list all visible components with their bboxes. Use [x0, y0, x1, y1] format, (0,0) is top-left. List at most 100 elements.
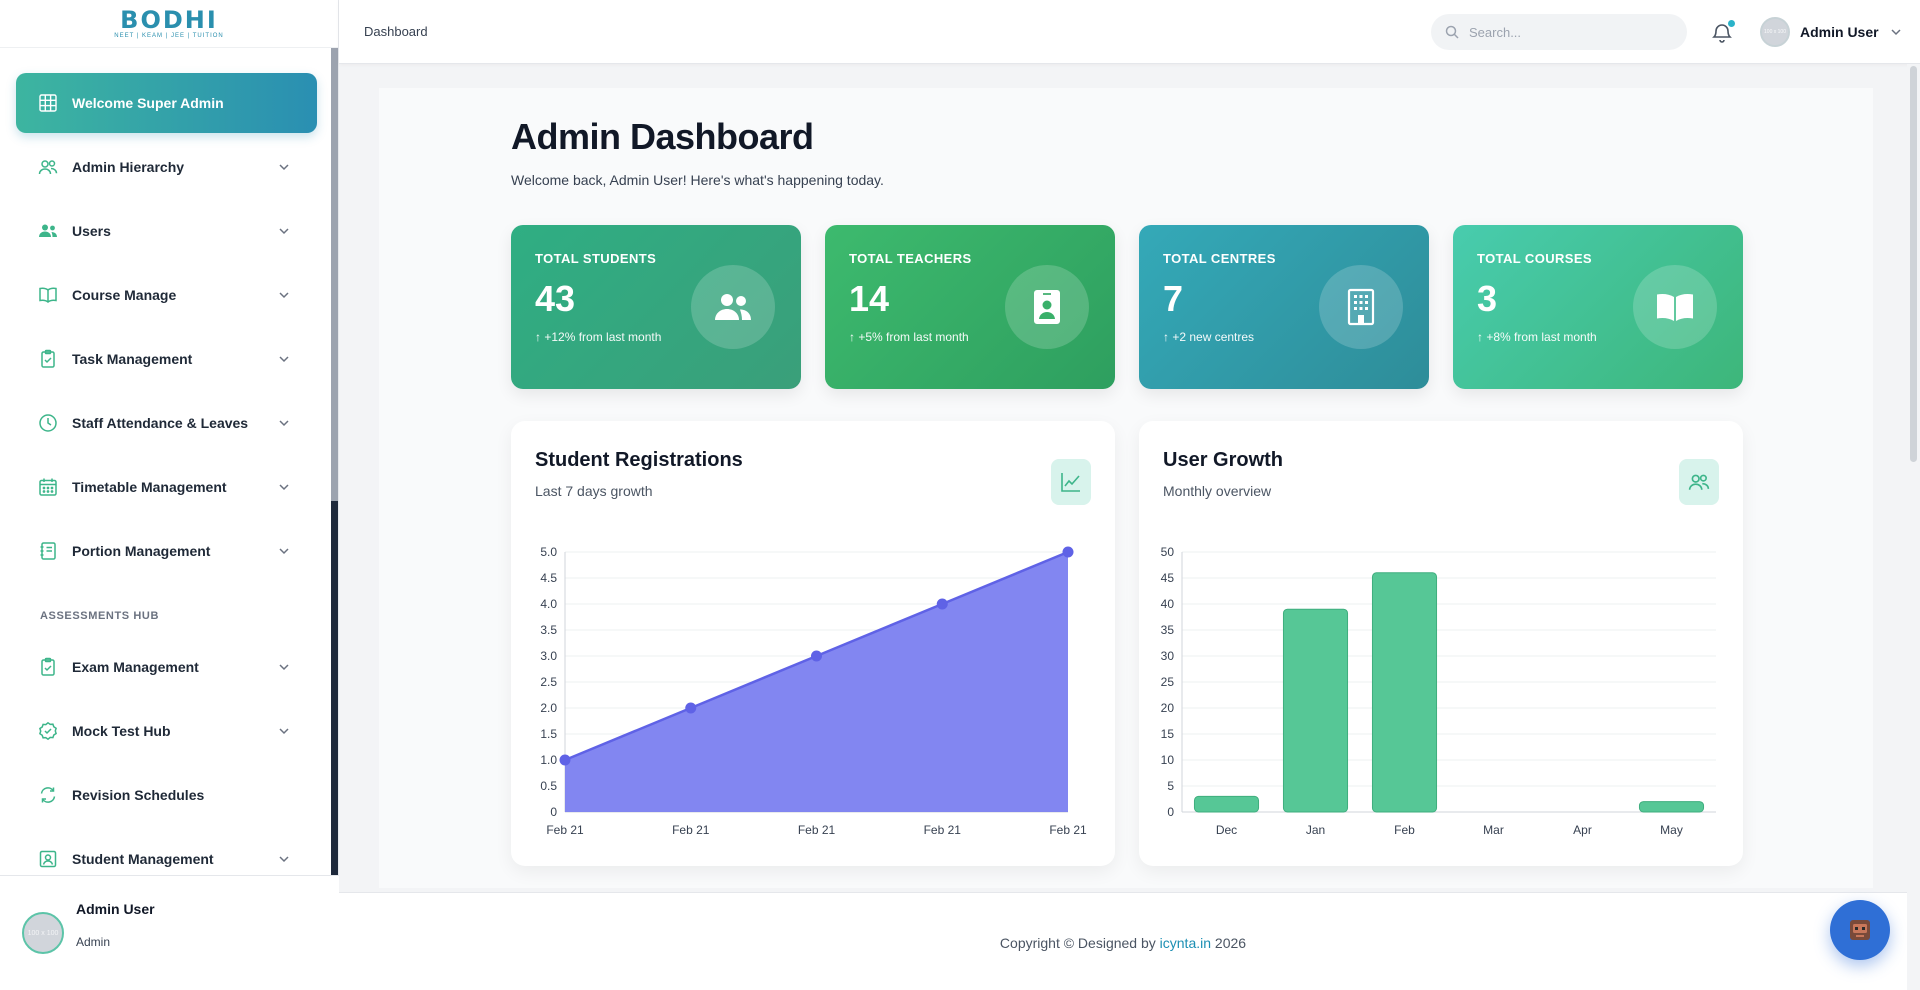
sidebar-item-staff-attendance[interactable]: Staff Attendance & Leaves	[16, 399, 317, 447]
sidebar-item-task-management[interactable]: Task Management	[16, 335, 317, 383]
search-input[interactable]	[1469, 24, 1669, 40]
sidebar-section-label: ASSESSMENTS HUB	[40, 610, 160, 622]
chart-card-user-growth: User Growth Monthly overview 0 5 10 15 20 25 3…	[1139, 421, 1743, 866]
id-badge-icon	[1034, 290, 1060, 324]
y-tick-label: 5.0	[540, 545, 557, 559]
x-tick-label: Mar	[1483, 823, 1504, 837]
avatar-placeholder-text: 100 x 100	[27, 929, 59, 937]
data-point	[1062, 546, 1074, 558]
sidebar-user-name: Admin User	[76, 901, 155, 917]
chat-bot-icon	[1850, 920, 1870, 940]
y-tick-label: 1.0	[540, 753, 557, 767]
stat-card-students[interactable]: TOTAL STUDENTS 43 ↑ +12% from last month	[511, 225, 801, 389]
stat-card-centres[interactable]: TOTAL CENTRES 7 ↑ +2 new centres	[1139, 225, 1429, 389]
stat-card-teachers[interactable]: TOTAL TEACHERS 14 ↑ +5% from last month	[825, 225, 1115, 389]
sidebar-item-label: Student Management	[72, 851, 214, 867]
chevron-down-icon	[279, 228, 289, 235]
user-menu[interactable]: 100 x 100 Admin User	[1760, 17, 1903, 47]
sidebar-item-timetable[interactable]: Timetable Management	[16, 463, 317, 511]
search-bar[interactable]	[1431, 14, 1687, 50]
building-icon	[1347, 288, 1375, 326]
footer-suffix: 2026	[1211, 935, 1247, 951]
page-scrollbar-thumb[interactable]	[1910, 66, 1917, 462]
x-tick-label: Feb 21	[672, 823, 710, 837]
sidebar-item-users[interactable]: Users	[16, 207, 317, 255]
sidebar-item-admin-hierarchy[interactable]: Admin Hierarchy	[16, 143, 317, 191]
chevron-down-icon	[279, 420, 289, 427]
avatar-placeholder-text: 100 x 100	[1764, 29, 1786, 35]
grid-icon	[38, 93, 58, 113]
x-tick-label: Feb 21	[924, 823, 962, 837]
stat-icon-bubble	[1633, 265, 1717, 349]
sidebar-item-label: Course Manage	[72, 287, 177, 303]
bar	[1638, 801, 1705, 813]
users-icon	[38, 221, 58, 241]
y-tick-label: 0.5	[540, 779, 557, 793]
logo-text: BODHI	[120, 6, 218, 34]
logo-tagline: NEET | KEAM | JEE | TUITION	[114, 33, 224, 39]
notification-badge	[1728, 20, 1735, 27]
sidebar-item-label: Mock Test Hub	[72, 723, 171, 739]
y-tick-label: 45	[1161, 571, 1175, 585]
y-tick-label: 0	[550, 805, 557, 819]
stat-label: TOTAL CENTRES	[1163, 251, 1276, 266]
chevron-down-icon	[279, 856, 289, 863]
y-tick-label: 35	[1161, 623, 1175, 637]
page-title: Admin Dashboard	[511, 116, 814, 157]
refresh-icon	[38, 785, 58, 805]
y-tick-label: 0	[1167, 805, 1174, 819]
sidebar-item-revision-schedules[interactable]: Revision Schedules	[16, 771, 317, 819]
sidebar-scrollbar-thumb[interactable]	[331, 48, 338, 501]
badge-check-icon	[38, 721, 58, 741]
sidebar-item-exam-management[interactable]: Exam Management	[16, 643, 317, 691]
avatar: 100 x 100	[1760, 17, 1790, 47]
sidebar-item-portion[interactable]: Portion Management	[16, 527, 317, 575]
x-tick-label: Feb 21	[1049, 823, 1087, 837]
chevron-down-icon	[279, 292, 289, 299]
sidebar-item-course-manage[interactable]: Course Manage	[16, 271, 317, 319]
x-tick-label: Dec	[1216, 823, 1237, 837]
bar	[1193, 795, 1260, 813]
sidebar-item-label: Admin Hierarchy	[72, 159, 185, 175]
avatar: 100 x 100	[22, 912, 64, 954]
y-tick-label: 15	[1161, 727, 1175, 741]
sidebar-item-label: Welcome Super Admin	[72, 95, 224, 111]
sidebar-item-student-management[interactable]: Student Management	[16, 835, 317, 875]
footer-link[interactable]: icynta.in	[1160, 935, 1211, 951]
data-point	[811, 650, 822, 662]
logo[interactable]: BODHI NEET | KEAM | JEE | TUITION	[0, 0, 338, 48]
chevron-down-icon	[279, 728, 289, 735]
x-tick-label: May	[1660, 823, 1683, 837]
breadcrumb: Dashboard	[364, 24, 428, 39]
stat-card-courses[interactable]: TOTAL COURSES 3 ↑ +8% from last month	[1453, 225, 1743, 389]
y-tick-label: 2.5	[540, 675, 557, 689]
sidebar-item-mock-test-hub[interactable]: Mock Test Hub	[16, 707, 317, 755]
header-user-name: Admin User	[1800, 24, 1879, 40]
x-tick-label: Apr	[1573, 823, 1592, 837]
users-outline-icon	[38, 157, 58, 177]
page-footer: Copyright © Designed by icynta.in 2026	[339, 892, 1907, 990]
sidebar-item-label: Timetable Management	[72, 479, 227, 495]
page-subtitle: Welcome back, Admin User! Here's what's …	[511, 172, 884, 188]
bar	[1282, 608, 1349, 813]
y-tick-label: 40	[1161, 597, 1175, 611]
stat-label: TOTAL STUDENTS	[535, 251, 657, 266]
footer-copyright: Copyright © Designed by icynta.in 2026	[339, 935, 1907, 951]
y-tick-label: 2.0	[540, 701, 557, 715]
y-tick-label: 20	[1161, 701, 1175, 715]
sidebar-user-card[interactable]: 100 x 100 Admin User Admin	[0, 875, 339, 990]
chart-card-registrations: Student Registrations Last 7 days growth…	[511, 421, 1115, 866]
y-tick-label: 30	[1161, 649, 1175, 663]
student-registrations-chart: 0 0.5 1.0 1.5 2.0 2.5 3.0 3.5 4.0 4.5 5.0 Feb 21 Feb…	[540, 545, 1087, 837]
sidebar-item-label: Staff Attendance & Leaves	[72, 415, 249, 431]
clipboard-check-icon	[38, 349, 58, 369]
sidebar-item-welcome[interactable]: Welcome Super Admin	[16, 73, 317, 133]
data-point	[559, 754, 571, 766]
chevron-down-icon	[279, 664, 289, 671]
x-tick-label: Jan	[1306, 823, 1325, 837]
chevron-down-icon	[279, 548, 289, 555]
notifications-button[interactable]	[1709, 20, 1735, 46]
chevron-down-icon	[279, 356, 289, 363]
chat-fab-button[interactable]	[1830, 900, 1890, 960]
search-icon	[1445, 25, 1459, 39]
